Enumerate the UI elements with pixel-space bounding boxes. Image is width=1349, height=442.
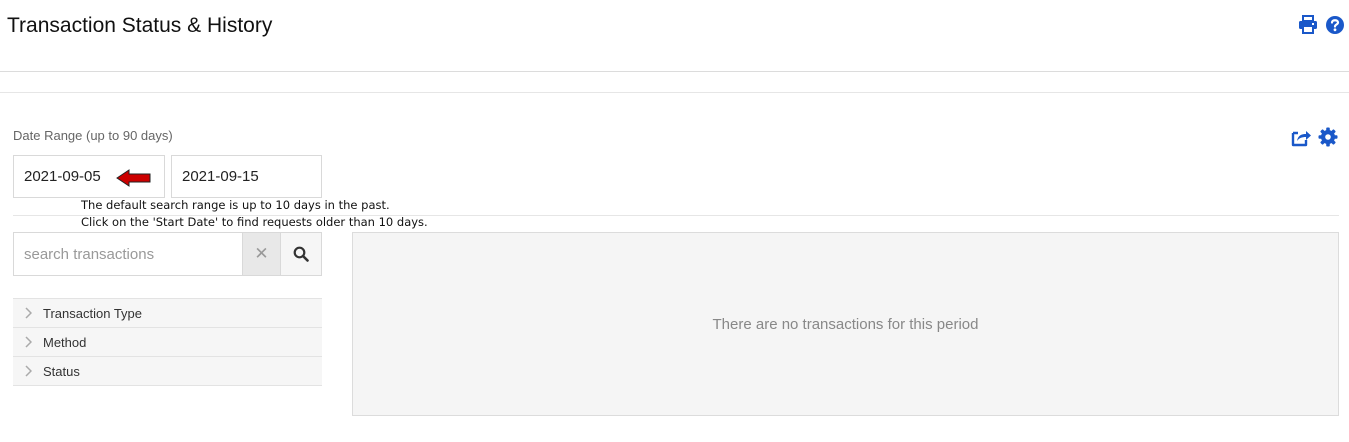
section-divider	[0, 92, 1349, 93]
chevron-right-icon	[13, 307, 43, 319]
filter-label: Status	[43, 363, 80, 379]
end-date-input[interactable]: 2021-09-15	[171, 155, 322, 198]
chevron-right-icon	[13, 336, 43, 348]
filter-label: Method	[43, 334, 87, 350]
search-bar: ✕	[13, 232, 322, 276]
transactions-panel: There are no transactions for this perio…	[352, 232, 1339, 416]
search-icon	[293, 246, 309, 262]
filter-status[interactable]: Status	[13, 356, 322, 386]
search-input[interactable]	[14, 233, 242, 275]
close-icon: ✕	[254, 244, 269, 263]
export-icon[interactable]	[1290, 127, 1312, 147]
gear-icon[interactable]	[1318, 127, 1338, 147]
clear-search-button[interactable]: ✕	[242, 233, 280, 275]
help-icon[interactable]	[1324, 14, 1346, 36]
chevron-right-icon	[13, 365, 43, 377]
empty-state-message: There are no transactions for this perio…	[712, 315, 979, 333]
filter-method[interactable]: Method	[13, 327, 322, 356]
header-divider	[0, 71, 1349, 72]
date-range-label: Date Range (up to 90 days)	[13, 128, 173, 143]
annotation-line-2: Click on the 'Start Date' to find reques…	[81, 215, 428, 229]
page-title: Transaction Status & History	[7, 14, 273, 37]
filter-label: Transaction Type	[43, 305, 142, 321]
print-icon[interactable]	[1297, 14, 1319, 36]
annotation-line-1: The default search range is up to 10 day…	[81, 198, 390, 212]
red-arrow-icon	[116, 168, 152, 188]
search-button[interactable]	[280, 233, 321, 275]
filter-list: Transaction Type Method Status	[13, 298, 322, 386]
filter-transaction-type[interactable]: Transaction Type	[13, 298, 322, 327]
